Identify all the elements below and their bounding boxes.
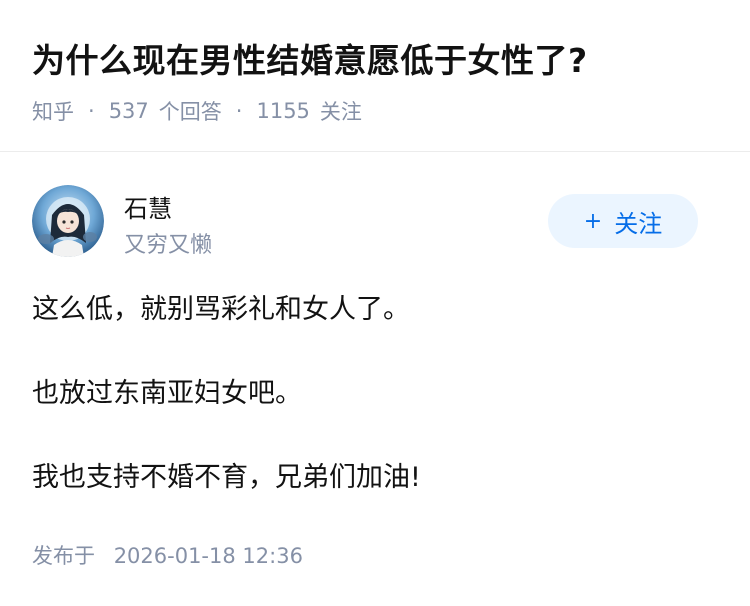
anime-girl-avatar-icon [32, 185, 104, 257]
follow-count: 1155 [256, 99, 310, 123]
question-title[interactable]: 为什么现在男性结婚意愿低于女性了? [32, 34, 588, 82]
answer-paragraph: 我也支持不婚不育，兄弟们加油! [32, 462, 421, 493]
separator-dot: · [235, 99, 243, 123]
source-label[interactable]: 知乎 [32, 96, 74, 126]
author-bio: 又穷又懒 [124, 233, 213, 258]
answer-paragraph: 也放过东南亚妇女吧。 [32, 378, 302, 409]
follow-button-label: 关注 [614, 209, 663, 238]
answer-count-label: 个回答 [158, 100, 222, 124]
follow-button[interactable]: + 关注 [548, 194, 698, 248]
question-meta: 知乎 · 537 个回答 · 1155 关注 [32, 96, 362, 126]
follow-count-label: 关注 [319, 100, 362, 124]
separator-dot: · [88, 99, 95, 123]
author-name[interactable]: 石慧 [124, 189, 172, 224]
published-timestamp: 2026-01-18 12:36 [113, 544, 303, 568]
avatar[interactable] [32, 185, 104, 257]
published-label: 发布于 [32, 544, 95, 568]
question-header: 为什么现在男性结婚意愿低于女性了? 知乎 · 537 个回答 · 1155 关注 [0, 0, 750, 152]
answer-paragraph: 这么低，就别骂彩礼和女人了。 [32, 294, 410, 325]
plus-icon: + [583, 208, 603, 234]
answer-content: 这么低，就别骂彩礼和女人了。 也放过东南亚妇女吧。 我也支持不婚不育，兄弟们加油… [32, 290, 722, 542]
answer-count: 537 [108, 99, 149, 123]
publish-time: 发布于 2026-01-18 12:36 [32, 540, 303, 570]
